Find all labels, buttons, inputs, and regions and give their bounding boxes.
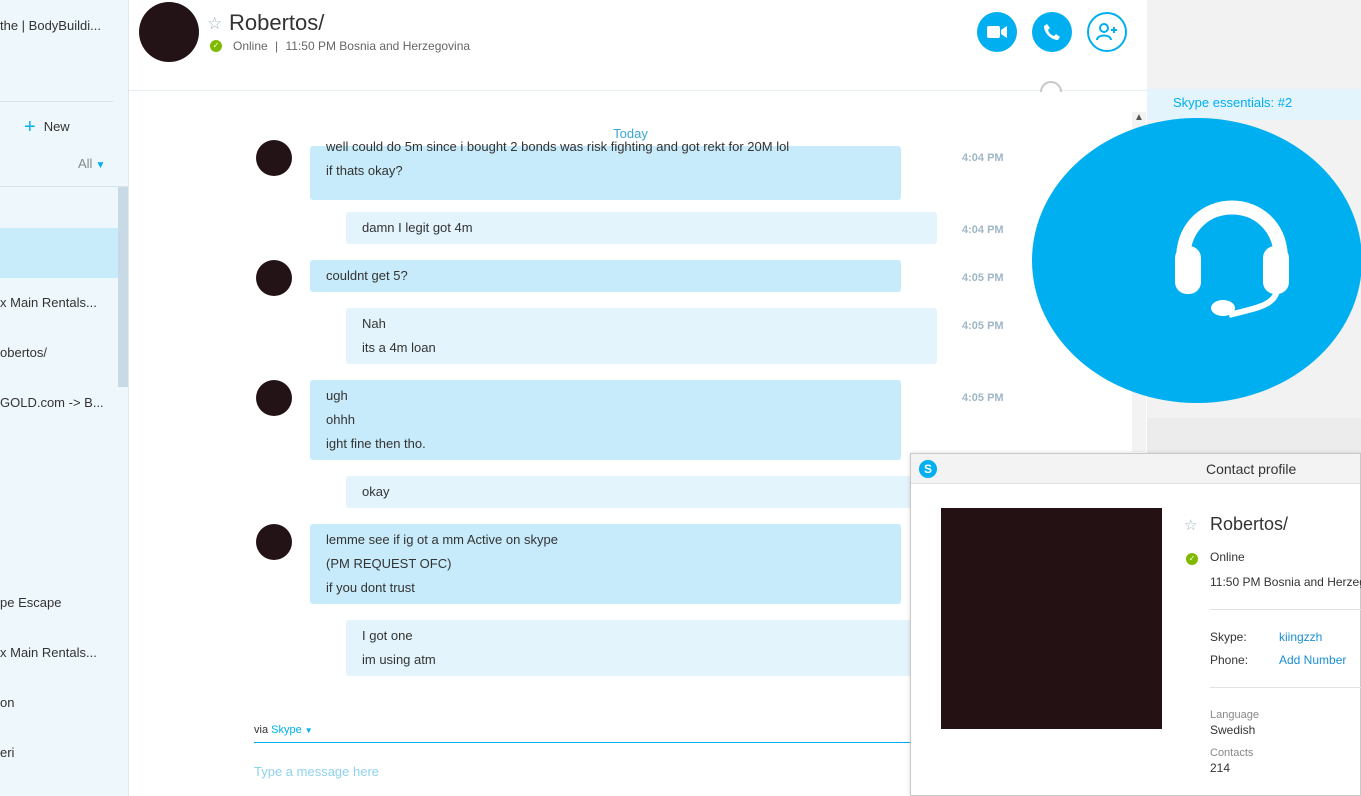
skype-id-link[interactable]: kiingzzh	[1279, 630, 1322, 644]
skype-logo-icon: S	[919, 460, 937, 478]
chevron-down-icon: ▼	[95, 160, 106, 171]
status-separator: |	[275, 39, 279, 53]
essentials-tiles	[1147, 418, 1361, 458]
add-contact-button[interactable]	[1087, 12, 1127, 52]
outgoing-message[interactable]: Nah its a 4m loan	[346, 308, 937, 364]
message-line: ugh	[326, 388, 348, 403]
sidebar-conversation-item[interactable]: x Main Rentals...	[0, 645, 97, 660]
message-line: ohhh	[326, 412, 355, 427]
message-timestamp: 4:04 PM	[962, 152, 1004, 164]
message-line: im using atm	[362, 652, 436, 667]
headset-icon	[1175, 200, 1289, 318]
sidebar-divider	[0, 186, 128, 187]
plus-icon: +	[24, 116, 36, 138]
message-input[interactable]	[254, 760, 894, 782]
new-label: New	[43, 119, 70, 134]
selected-conversation-item[interactable]	[0, 228, 118, 278]
add-contact-icon	[1096, 23, 1117, 41]
message-line: if you dont trust	[326, 580, 415, 595]
sidebar-conversation-item[interactable]: pe Escape	[0, 595, 61, 610]
contact-name[interactable]: Robertos/	[229, 10, 324, 36]
phone-label: Phone:	[1210, 653, 1249, 667]
message-line: well could do 5m since i bought 2 bonds …	[326, 139, 790, 154]
favorite-star-icon[interactable]: ☆	[1184, 516, 1197, 534]
profile-titlebar[interactable]: S Contact profile	[911, 454, 1360, 484]
scroll-up-icon[interactable]: ▲	[1134, 112, 1144, 123]
skype-essentials-title[interactable]: Skype essentials: #2	[1147, 89, 1361, 120]
profile-name: Robertos/	[1210, 514, 1289, 534]
message-timestamp: 4:04 PM	[962, 224, 1004, 236]
outgoing-message[interactable]: okay	[346, 476, 937, 508]
incoming-message[interactable]: well could do 5m since i bought 2 bonds …	[310, 139, 901, 200]
message-line: ight fine then tho.	[326, 436, 426, 451]
profile-local-time: 11:50 PM Bosnia and Herzegovina	[1210, 575, 1361, 589]
contact-local-time: 11:50 PM Bosnia and Herzegovina	[285, 39, 471, 53]
sidebar-scrollbar[interactable]	[118, 187, 128, 387]
profile-divider	[1210, 687, 1361, 688]
message-line: its a 4m loan	[362, 340, 436, 355]
conversation-header: ☆ Robertos/ ✓ Online | 11:50 PM Bosnia a…	[129, 0, 1147, 91]
message-line: (PM REQUEST OFC)	[326, 556, 452, 571]
online-status-icon: ✓	[1186, 553, 1198, 565]
profile-divider	[1210, 609, 1361, 610]
profile-photo	[941, 508, 1162, 729]
language-label: Language	[1210, 709, 1259, 721]
message-line: if thats okay?	[326, 163, 403, 178]
via-label: via	[254, 724, 269, 736]
sidebar-top-conversation[interactable]: the | BodyBuildi...	[0, 18, 101, 33]
incoming-message[interactable]: ugh ohhh ight fine then tho.	[310, 380, 901, 460]
sidebar-conversation-item[interactable]: GOLD.com -> B...	[0, 395, 104, 410]
video-call-button[interactable]	[977, 12, 1017, 52]
message-line: couldnt get 5?	[326, 268, 408, 283]
contact-status-line: Online | 11:50 PM Bosnia and Herzegovina	[233, 39, 470, 53]
contact-profile-window: S Contact profile ☆ Robertos/ ✓ Online 1…	[910, 453, 1361, 796]
message-timestamp: 4:05 PM	[962, 392, 1004, 404]
sidebar-conversation-item[interactable]: x Main Rentals...	[0, 295, 97, 310]
send-via-selector: via Skype ▼	[254, 724, 313, 736]
essentials-banner[interactable]	[1032, 118, 1361, 403]
contact-avatar[interactable]	[139, 2, 199, 62]
via-service-label: Skype	[271, 724, 302, 736]
sidebar-conversation-item[interactable]: obertos/	[0, 345, 47, 360]
sidebar-conversation-item[interactable]: eri	[0, 745, 14, 760]
favorite-star-icon[interactable]: ☆	[207, 14, 222, 34]
new-conversation-button[interactable]: + New	[24, 114, 70, 138]
filter-label: All	[78, 156, 93, 171]
message-timestamp: 4:05 PM	[962, 272, 1004, 284]
contact-status: Online	[233, 39, 268, 53]
message-line: damn I legit got 4m	[362, 220, 473, 235]
chevron-down-icon: ▼	[304, 726, 313, 735]
online-status-icon: ✓	[210, 40, 222, 52]
add-number-link[interactable]: Add Number	[1279, 653, 1346, 667]
contacts-label: Contacts	[1210, 747, 1254, 759]
skype-id-label: Skype:	[1210, 630, 1247, 644]
contacts-count: 214	[1210, 761, 1231, 775]
profile-status: Online	[1210, 550, 1245, 564]
sidebar-divider	[0, 101, 113, 102]
message-avatar[interactable]	[256, 380, 292, 416]
voice-call-button[interactable]	[1032, 12, 1072, 52]
outgoing-message[interactable]: I got one im using atm	[346, 620, 937, 676]
message-timestamp: 4:05 PM	[962, 320, 1004, 332]
message-line: lemme see if ig ot a mm Active on skype	[326, 532, 558, 547]
message-avatar[interactable]	[256, 260, 292, 296]
filter-dropdown[interactable]: All ▼	[78, 156, 105, 171]
sidebar-conversation-item[interactable]: on	[0, 695, 14, 710]
outgoing-message[interactable]: damn I legit got 4m	[346, 212, 937, 244]
message-line: Nah	[362, 316, 386, 331]
via-service-dropdown[interactable]: Skype ▼	[271, 724, 313, 736]
composer-divider	[254, 742, 910, 743]
message-line: okay	[362, 484, 390, 499]
message-avatar[interactable]	[256, 140, 292, 176]
voice-call-icon	[1044, 24, 1060, 40]
conversation-sidebar: the | BodyBuildi... + New All ▼ x Main Ren…	[0, 0, 129, 796]
video-call-icon	[987, 26, 1007, 38]
message-line: I got one	[362, 628, 413, 643]
incoming-message[interactable]: lemme see if ig ot a mm Active on skype …	[310, 524, 901, 604]
language-value: Swedish	[1210, 723, 1256, 737]
profile-window-title: Contact profile	[1206, 461, 1297, 477]
incoming-message[interactable]: couldnt get 5?	[310, 260, 901, 292]
message-avatar[interactable]	[256, 524, 292, 560]
